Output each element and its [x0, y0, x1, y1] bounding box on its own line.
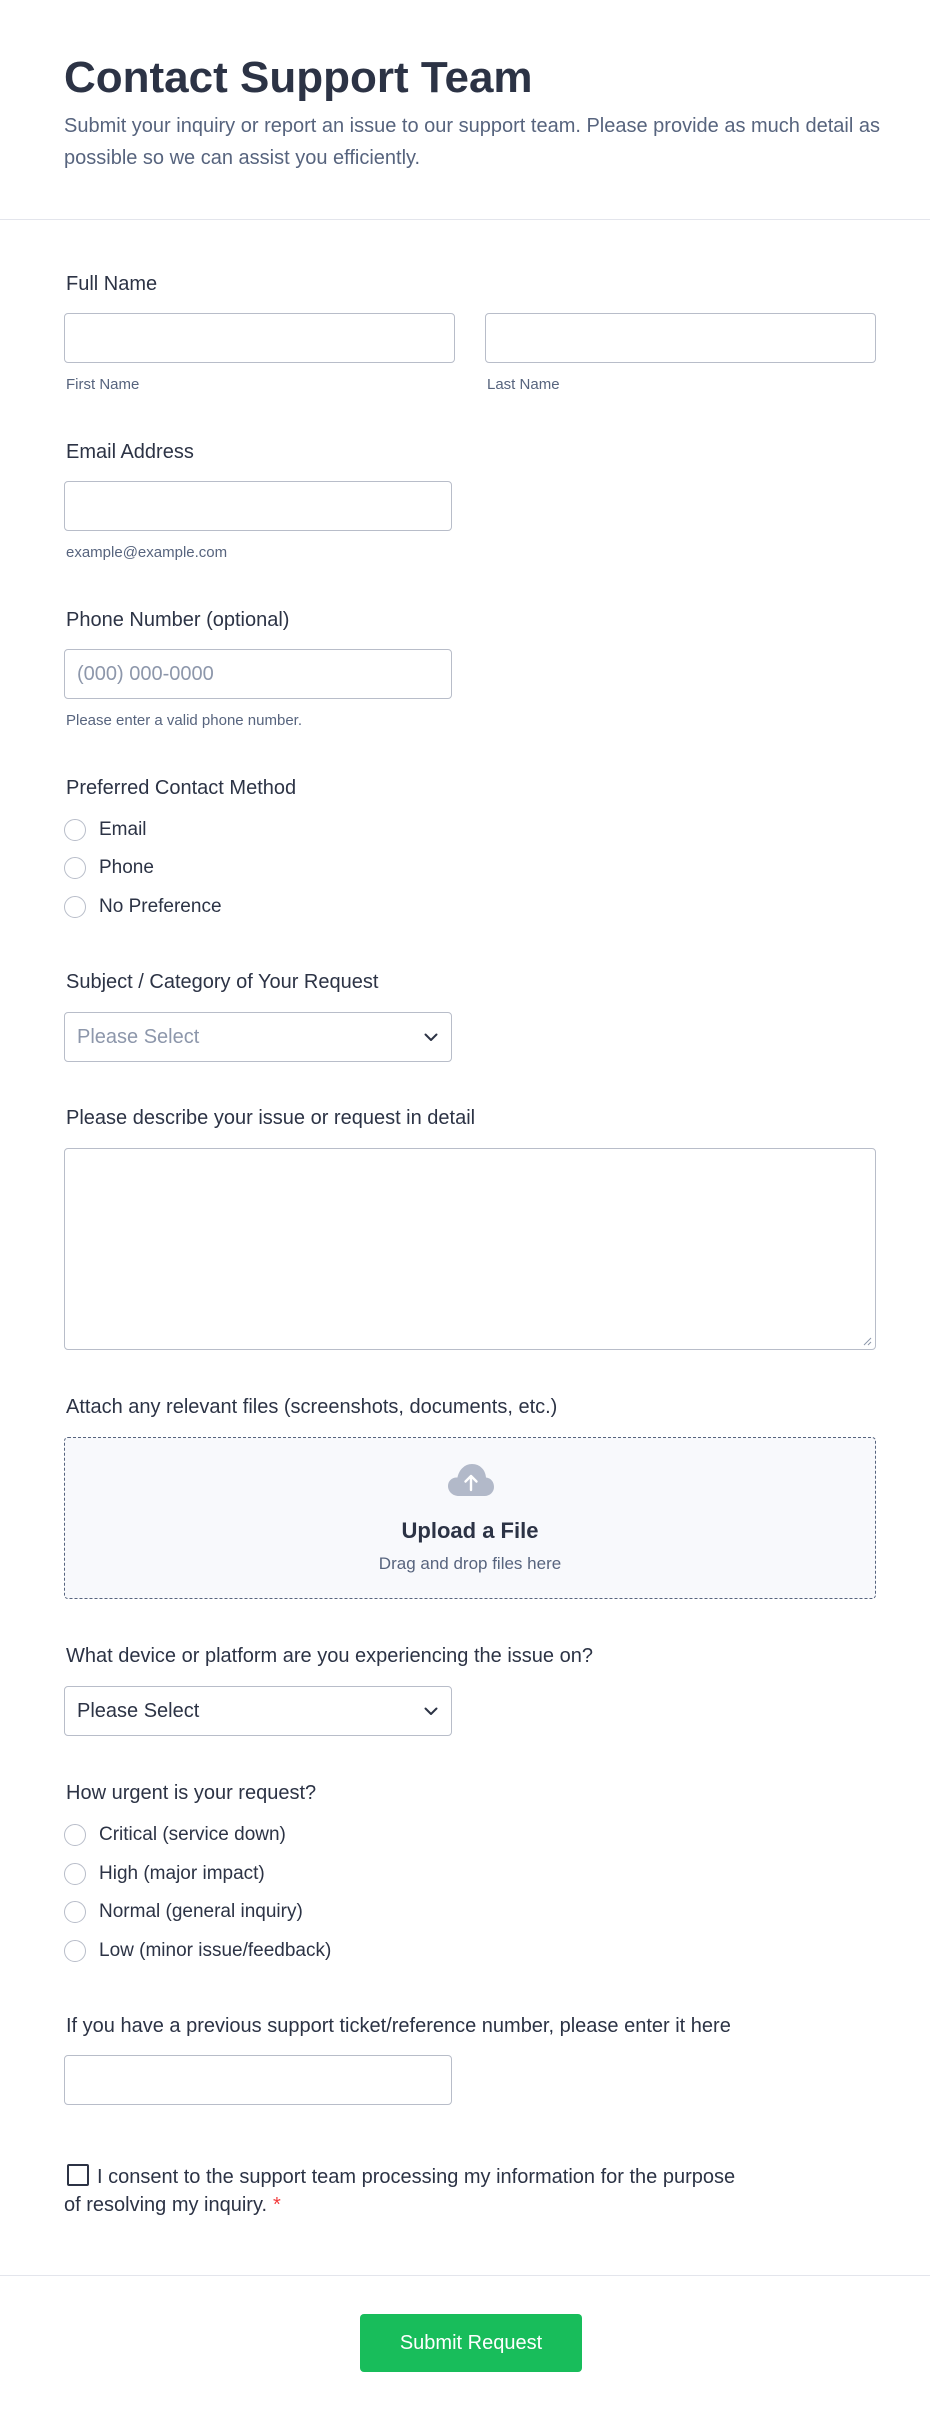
radio-label: Phone [99, 857, 154, 878]
first-name-input[interactable] [64, 313, 455, 363]
page-subtitle: Submit your inquiry or report an issue t… [64, 115, 880, 169]
urgency-option-high[interactable]: High (major impact) [64, 1861, 265, 1887]
resize-handle-icon[interactable] [862, 1336, 872, 1346]
device-label: What device or platform are you experien… [66, 1645, 593, 1667]
contact-method-option-no-preference[interactable]: No Preference [64, 894, 222, 920]
email-label: Email Address [66, 441, 194, 463]
radio-label: High (major impact) [99, 1863, 265, 1884]
radio-button[interactable] [64, 1901, 86, 1923]
file-upload-dropzone[interactable]: Upload a File Drag and drop files here [64, 1437, 876, 1599]
last-name-input[interactable] [485, 313, 876, 363]
phone-sublabel: Please enter a valid phone number. [66, 712, 302, 729]
subject-select[interactable]: Please Select [64, 1012, 452, 1062]
subject-label: Subject / Category of Your Request [66, 971, 379, 993]
radio-button[interactable] [64, 1863, 86, 1885]
attachment-label: Attach any relevant files (screenshots, … [66, 1396, 558, 1418]
urgency-option-low[interactable]: Low (minor issue/feedback) [64, 1938, 331, 1964]
urgency-option-critical[interactable]: Critical (service down) [64, 1822, 286, 1848]
upload-hint: Drag and drop files here [378, 1554, 562, 1573]
email-input[interactable] [64, 481, 452, 531]
consent-text: I consent to the support team processing… [64, 2166, 736, 2216]
description-textarea[interactable] [64, 1148, 876, 1350]
radio-button[interactable] [64, 819, 86, 841]
ticket-number-input[interactable] [64, 2055, 452, 2105]
contact-method-option-email[interactable]: Email [64, 817, 147, 843]
upload-title: Upload a File [401, 1518, 539, 1543]
email-sublabel: example@example.com [66, 544, 228, 561]
full-name-label: Full Name [66, 273, 158, 295]
urgency-label: How urgent is your request? [66, 1782, 317, 1804]
submit-request-button[interactable]: Submit Request [360, 2314, 582, 2372]
description-label: Please describe your issue or request in… [66, 1107, 476, 1129]
last-name-sublabel: Last Name [487, 376, 560, 393]
radio-button[interactable] [64, 857, 86, 879]
consent-checkbox[interactable] [67, 2164, 89, 2186]
radio-label: No Preference [99, 896, 222, 917]
radio-button[interactable] [64, 896, 86, 918]
chevron-down-icon [423, 1029, 439, 1045]
phone-input[interactable] [64, 649, 452, 699]
consent-row: I consent to the support team processing… [64, 2163, 744, 2219]
device-select-value: Please Select [77, 1699, 200, 1722]
radio-label: Low (minor issue/feedback) [99, 1940, 332, 1961]
radio-button[interactable] [64, 1824, 86, 1846]
urgency-option-normal[interactable]: Normal (general inquiry) [64, 1899, 303, 1925]
form-footer: Submit Request [0, 2275, 930, 2422]
first-name-sublabel: First Name [66, 376, 140, 393]
required-indicator: * [273, 2194, 281, 2216]
radio-label: Critical (service down) [99, 1824, 286, 1845]
cloud-upload-icon [448, 1464, 494, 1496]
page-title: Contact Support Team [64, 53, 533, 102]
ticket-label: If you have a previous support ticket/re… [66, 2015, 731, 2037]
radio-label: Normal (general inquiry) [99, 1901, 303, 1922]
contact-method-option-phone[interactable]: Phone [64, 855, 154, 881]
contact-method-label: Preferred Contact Method [66, 777, 297, 799]
subject-select-value: Please Select [77, 1025, 200, 1048]
form-header: Contact Support Team Submit your inquiry… [0, 0, 930, 220]
chevron-down-icon [423, 1703, 439, 1719]
radio-button[interactable] [64, 1940, 86, 1962]
device-select[interactable]: Please Select [64, 1686, 452, 1736]
phone-label: Phone Number (optional) [66, 609, 290, 631]
radio-label: Email [99, 819, 147, 840]
